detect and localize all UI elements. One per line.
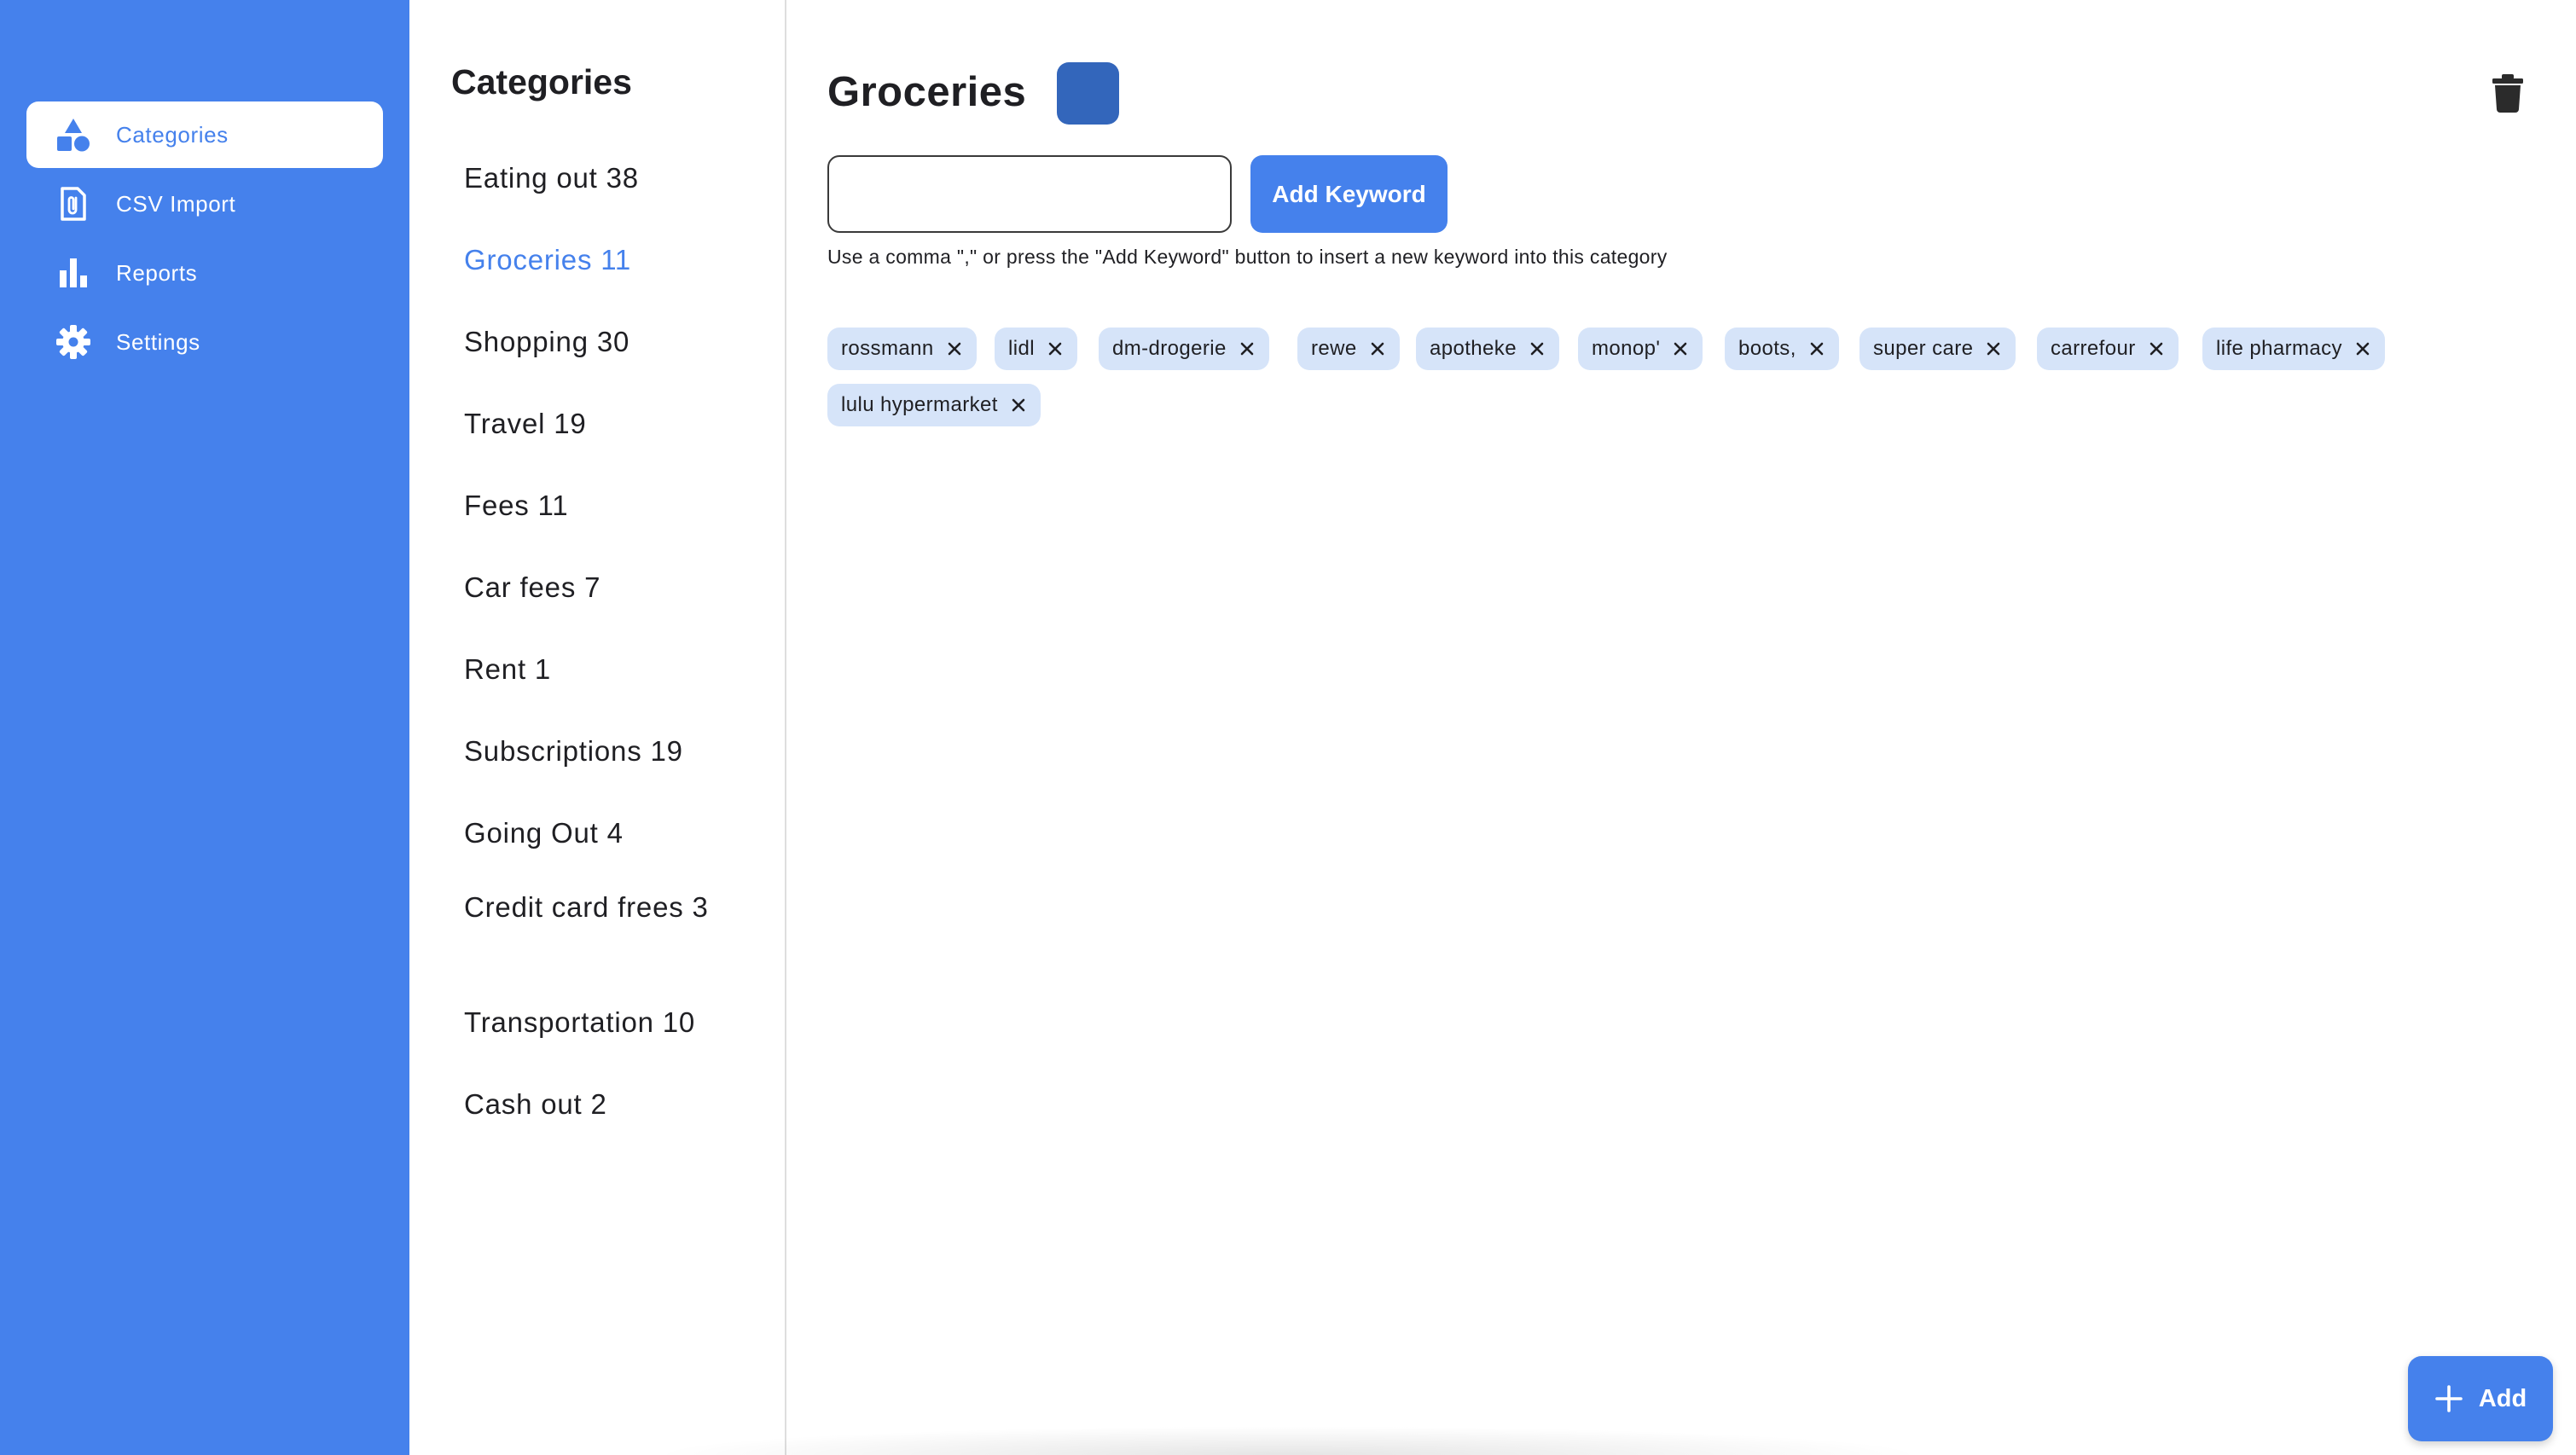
category-title: Groceries: [827, 69, 1027, 115]
keyword-tag: monop': [1578, 328, 1703, 370]
keyword-tag-label: rewe: [1311, 337, 1357, 360]
keyword-tag: apotheke: [1416, 328, 1559, 370]
category-item[interactable]: Travel 19: [464, 403, 746, 444]
keyword-tag-label: dm-drogerie: [1112, 337, 1227, 360]
category-detail: Groceries Add Keyword Use a comma "," or…: [786, 0, 2576, 1455]
sidebar-item-settings[interactable]: Settings: [26, 309, 383, 375]
category-item[interactable]: Rent 1: [464, 649, 746, 690]
category-item[interactable]: Subscriptions 19: [464, 731, 746, 772]
sidebar-item-label: Settings: [116, 328, 200, 355]
remove-keyword-icon[interactable]: [946, 340, 963, 357]
remove-keyword-icon[interactable]: [1529, 340, 1546, 357]
keyword-tag-label: boots,: [1738, 337, 1796, 360]
keyword-tag: rossmann: [827, 328, 977, 370]
plus-icon: [2434, 1384, 2463, 1413]
add-category-button[interactable]: Add: [2408, 1356, 2553, 1441]
bar-chart-icon: [55, 255, 91, 291]
keyword-tag: lulu hypermarket: [827, 384, 1041, 426]
keyword-tag: dm-drogerie: [1099, 328, 1269, 370]
keyword-hint: Use a comma "," or press the "Add Keywor…: [827, 246, 1668, 268]
keyword-tag-label: lulu hypermarket: [841, 393, 998, 416]
remove-keyword-icon[interactable]: [1808, 340, 1825, 357]
remove-keyword-icon[interactable]: [2354, 340, 2371, 357]
gear-icon: [55, 324, 91, 360]
bottom-shadow: [648, 1426, 1928, 1455]
keyword-tag: lidl: [995, 328, 1077, 370]
remove-keyword-icon[interactable]: [1010, 397, 1027, 414]
keyword-tag-label: rossmann: [841, 337, 934, 360]
sidebar-item-reports[interactable]: Reports: [26, 240, 383, 306]
keyword-tag: life pharmacy: [2202, 328, 2385, 370]
keyword-tag-label: life pharmacy: [2216, 337, 2342, 360]
category-item[interactable]: Transportation 10: [464, 1002, 746, 1043]
category-item[interactable]: Groceries 11: [464, 240, 746, 281]
category-color-swatch[interactable]: [1057, 62, 1119, 125]
category-item[interactable]: Shopping 30: [464, 322, 746, 362]
remove-keyword-icon[interactable]: [1672, 340, 1689, 357]
keyword-input[interactable]: [827, 155, 1232, 233]
delete-category-button[interactable]: [2491, 73, 2525, 113]
trash-icon: [2492, 74, 2523, 113]
category-item[interactable]: Car fees 7: [464, 567, 746, 608]
category-item[interactable]: Fees 11: [464, 485, 746, 526]
sidebar-nav: Categories CSV Import Reports Settings: [0, 0, 409, 1455]
remove-keyword-icon[interactable]: [1047, 340, 1064, 357]
add-category-label: Add: [2478, 1384, 2527, 1412]
app-root: Categories CSV Import Reports Settings C…: [0, 0, 2576, 1455]
sidebar-item-categories[interactable]: Categories: [26, 101, 383, 168]
category-item[interactable]: Going Out 4: [464, 813, 746, 854]
keyword-tag: boots,: [1725, 328, 1839, 370]
keyword-tag-label: lidl: [1008, 337, 1035, 360]
sidebar-item-label: Reports: [116, 259, 198, 286]
sidebar-item-csv-import[interactable]: CSV Import: [26, 171, 383, 237]
sidebar-item-label: CSV Import: [116, 190, 236, 217]
keyword-tag-label: super care: [1873, 337, 1974, 360]
sidebar-item-label: Categories: [116, 121, 229, 148]
remove-keyword-icon[interactable]: [1369, 340, 1386, 357]
category-list-heading: Categories: [451, 62, 632, 101]
keyword-tag: carrefour: [2037, 328, 2179, 370]
keyword-tag-label: apotheke: [1430, 337, 1517, 360]
category-list-panel: Categories Eating out 38 Groceries 11 Sh…: [409, 0, 786, 1455]
add-keyword-button[interactable]: Add Keyword: [1250, 155, 1448, 233]
keyword-tag: rewe: [1297, 328, 1400, 370]
category-item[interactable]: Credit card frees 3: [464, 887, 720, 928]
file-attachment-icon: [55, 186, 91, 222]
shapes-icon: [55, 117, 91, 153]
category-item[interactable]: Cash out 2: [464, 1084, 746, 1125]
remove-keyword-icon[interactable]: [2148, 340, 2165, 357]
remove-keyword-icon[interactable]: [1239, 340, 1256, 357]
keyword-tag-label: carrefour: [2051, 337, 2136, 360]
category-item[interactable]: Eating out 38: [464, 158, 746, 199]
keyword-tag: super care: [1859, 328, 2016, 370]
keyword-tag-label: monop': [1592, 337, 1661, 360]
remove-keyword-icon[interactable]: [1985, 340, 2002, 357]
